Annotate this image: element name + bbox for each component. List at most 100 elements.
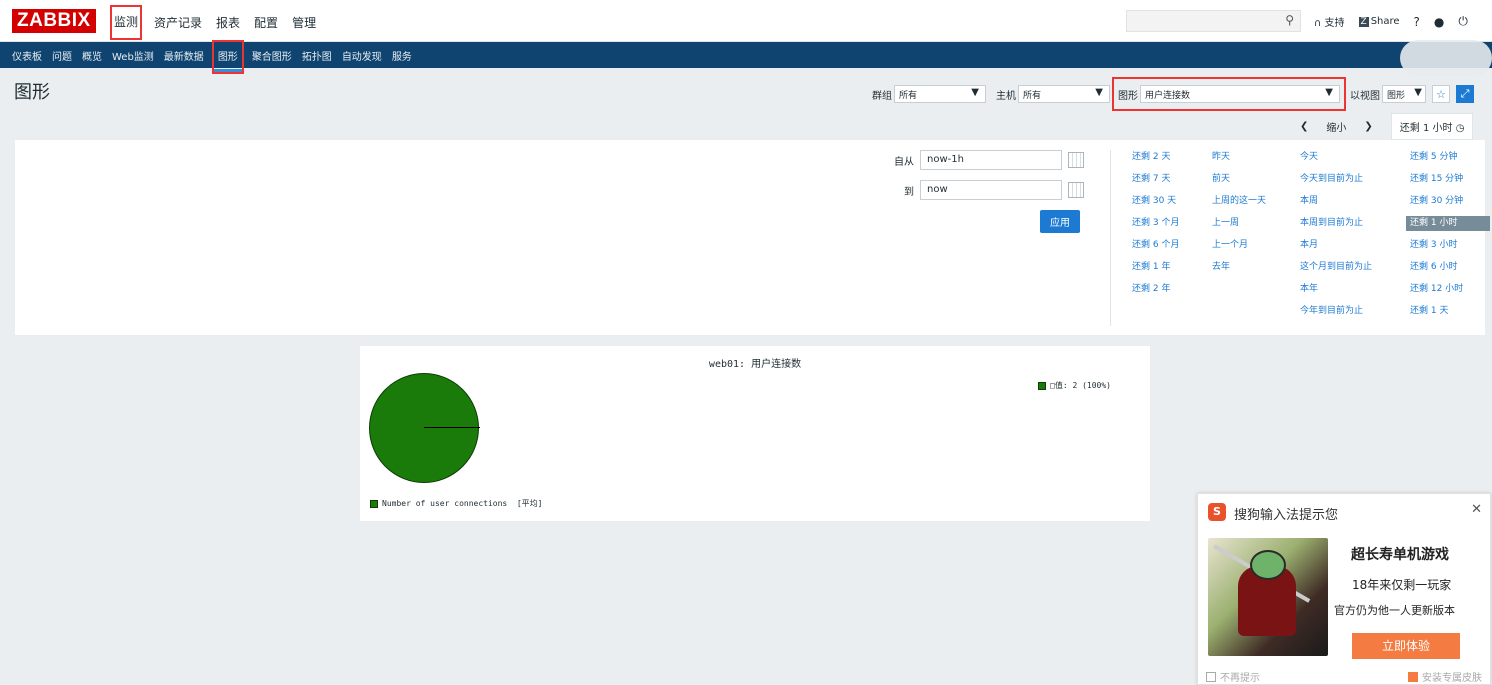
fullscreen-icon[interactable]: ⤢ [1456,85,1474,103]
group-label: 群组 [872,90,892,102]
time-filter-panel: 自从 now-1h 到 now 应用 还剩 2 天 昨天 今天 还剩 5 分钟 … [15,140,1490,335]
search-icon[interactable]: ⚲ [1285,13,1294,27]
quick-range-item[interactable]: 还剩 30 天 [1132,194,1212,209]
from-label: 自从 [894,156,914,168]
share-link[interactable]: Z Share [1358,16,1400,27]
no-remind-checkbox[interactable]: 不再提示 [1206,669,1260,684]
share-icon: Z [1358,17,1369,27]
try-now-button[interactable]: 立即体验 [1352,633,1460,659]
prev-period-icon[interactable]: ❮ [1300,121,1308,132]
quick-range-item-selected[interactable]: 还剩 1 小时 [1406,216,1490,231]
game-ad-image[interactable] [1208,538,1328,656]
menu-inventory[interactable]: 资产记录 [154,14,202,31]
next-period-icon[interactable]: ❯ [1364,121,1372,132]
blurred-area [1400,40,1492,76]
menu-configuration[interactable]: 配置 [254,14,278,31]
pie-slice-line [424,427,480,428]
search-input[interactable]: ⚲ [1126,10,1301,32]
top-bar: ZABBIX 监测 资产记录 报表 配置 管理 ⚲ ∩ 支持 Z Share ? … [0,0,1492,42]
menu-reports[interactable]: 报表 [216,14,240,31]
quick-range-item[interactable]: 这个月到目前为止 [1300,260,1410,275]
quick-range-item[interactable]: 本周到目前为止 [1300,216,1410,231]
quick-range-item[interactable]: 还剩 7 天 [1132,172,1212,187]
dropdown-arrow-icon: ▼ [1095,87,1103,98]
graph-select[interactable]: 用户连接数 ▼ [1140,85,1340,103]
quick-range-item[interactable]: 昨天 [1212,150,1300,165]
support-link[interactable]: ∩ 支持 [1314,14,1345,29]
subnav-web[interactable]: Web监测 [112,48,154,66]
calendar-icon[interactable] [1068,182,1084,198]
dropdown-arrow-icon: ▼ [1414,87,1422,98]
logout-icon[interactable]: ⏻ [1458,14,1468,29]
help-button[interactable]: ? [1414,15,1420,29]
quick-range-item[interactable] [1212,304,1300,319]
subnav-discovery[interactable]: 自动发现 [342,48,382,66]
zoom-out-button[interactable]: 缩小 [1326,119,1346,134]
character-head [1250,550,1286,580]
quick-range-item[interactable]: 还剩 5 分钟 [1410,150,1490,165]
quick-range-item[interactable]: 今天到目前为止 [1300,172,1410,187]
share-label: Share [1370,16,1400,27]
quick-range-item[interactable]: 还剩 2 天 [1132,150,1212,165]
close-icon[interactable]: ✕ [1471,502,1482,517]
quick-range-item[interactable]: 还剩 6 小时 [1410,260,1490,275]
subnav-services[interactable]: 服务 [392,48,412,66]
pie-chart [369,373,479,483]
view-select[interactable]: 图形 ▼ [1382,85,1426,103]
subnav-graphs[interactable]: 图形 [211,40,244,74]
quick-range-item[interactable]: 今年到目前为止 [1300,304,1410,319]
quick-range-item[interactable]: 前天 [1212,172,1300,187]
to-input[interactable]: now [920,180,1062,200]
quick-range-item[interactable]: 上一个月 [1212,238,1300,253]
graph-select-value: 用户连接数 [1145,91,1191,101]
page-title: 图形 [14,82,50,103]
headset-icon: ∩ [1314,18,1322,29]
quick-range-item[interactable] [1132,304,1212,319]
current-period-tab[interactable]: 还剩 1 小时 ◷ [1390,113,1474,140]
quick-range-item[interactable]: 还剩 12 小时 [1410,282,1490,297]
popup-title: 搜狗输入法提示您 [1234,508,1339,523]
subnav-problems[interactable]: 问题 [52,48,72,66]
quick-range-item[interactable]: 今天 [1300,150,1410,165]
graph-label: 图形 [1118,90,1138,102]
quick-range-item[interactable]: 本年 [1300,282,1410,297]
quick-range-item[interactable]: 去年 [1212,260,1300,275]
group-select[interactable]: 所有 ▼ [894,85,986,103]
legend-series-text: Number of user connections [平均] [382,499,543,508]
quick-range-item[interactable]: 还剩 15 分钟 [1410,172,1490,187]
install-skin-checkbox[interactable]: 安装专属皮肤 [1408,669,1482,684]
menu-monitoring[interactable]: 监测 [109,5,143,40]
from-input[interactable]: now-1h [920,150,1062,170]
legend-swatch [1038,381,1046,390]
quick-range-item[interactable]: 还剩 1 天 [1410,304,1490,319]
subnav-dashboard[interactable]: 仪表板 [12,48,42,66]
popup-line-2: 官方仍为他一人更新版本 [1334,604,1455,617]
quick-range-item[interactable]: 还剩 30 分钟 [1410,194,1490,209]
quick-range-item[interactable] [1212,282,1300,297]
quick-range-item[interactable]: 上一周 [1212,216,1300,231]
quick-range-item[interactable]: 还剩 6 个月 [1132,238,1212,253]
quick-range-item[interactable]: 还剩 3 个月 [1132,216,1212,231]
calendar-icon[interactable] [1068,152,1084,168]
sub-navigation: 仪表板 问题 概览 Web监测 最新数据 图形 聚合图形 拓扑图 自动发现 服务 [0,40,1492,74]
host-select[interactable]: 所有 ▼ [1018,85,1110,103]
quick-range-item[interactable]: 本月 [1300,238,1410,253]
quick-range-item[interactable]: 还剩 2 年 [1132,282,1212,297]
subnav-latest-data[interactable]: 最新数据 [164,48,204,66]
group-select-value: 所有 [899,91,918,101]
apply-button[interactable]: 应用 [1040,210,1080,233]
menu-administration[interactable]: 管理 [292,14,316,31]
user-profile-icon[interactable]: ● [1434,15,1444,29]
favorite-star-icon[interactable]: ☆ [1432,85,1450,103]
legend-swatch [370,499,378,508]
quick-range-item[interactable]: 上周的这一天 [1212,194,1300,209]
zabbix-logo[interactable]: ZABBIX [12,9,96,33]
quick-range-item[interactable]: 还剩 3 小时 [1410,238,1490,253]
quick-range-item[interactable]: 本周 [1300,194,1410,209]
quick-range-item[interactable]: 还剩 1 年 [1132,260,1212,275]
subnav-maps[interactable]: 拓扑图 [302,48,332,66]
subnav-screens[interactable]: 聚合图形 [252,48,292,66]
graph-title: web01: 用户连接数 [708,359,802,370]
clock-icon: ◷ [1455,123,1465,134]
subnav-overview[interactable]: 概览 [82,48,102,66]
